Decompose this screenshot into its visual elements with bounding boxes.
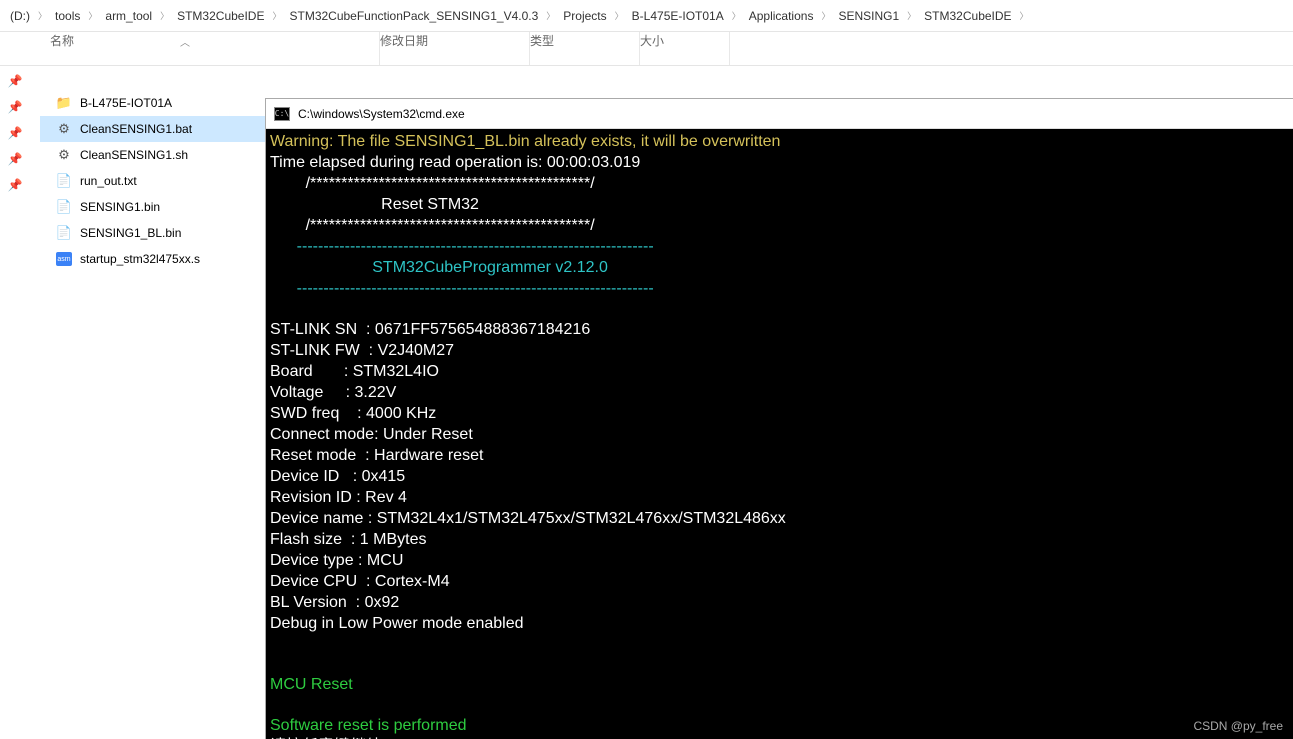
- file-label: CleanSENSING1.bat: [80, 122, 192, 136]
- file-label: SENSING1_BL.bin: [80, 226, 181, 240]
- chevron-right-icon: 〉: [819, 9, 832, 22]
- console-titlebar[interactable]: C:\ C:\windows\System32\cmd.exe: [266, 99, 1293, 129]
- chevron-right-icon: 〉: [905, 9, 918, 22]
- pin-icon[interactable]: 📌: [0, 172, 30, 198]
- list-item[interactable]: 📄 run_out.txt: [40, 168, 265, 194]
- breadcrumb: (D:)〉 tools〉 arm_tool〉 STM32CubeIDE〉 STM…: [0, 0, 1293, 32]
- console-line: Device CPU : Cortex-M4: [270, 573, 450, 590]
- pin-icon[interactable]: 📌: [0, 94, 30, 120]
- console-line: ----------------------------------------…: [270, 238, 654, 255]
- console-soft-reset: Software reset is performed: [270, 717, 467, 734]
- console-output[interactable]: Warning: The file SENSING1_BL.bin alread…: [266, 129, 1293, 739]
- file-label: SENSING1.bin: [80, 200, 160, 214]
- file-label: CleanSENSING1.sh: [80, 148, 188, 162]
- console-line: Connect mode: Under Reset: [270, 426, 473, 443]
- cmd-icon: C:\: [274, 107, 290, 121]
- console-line: Time elapsed during read operation is: 0…: [270, 154, 640, 171]
- console-title-text: C:\windows\System32\cmd.exe: [298, 107, 465, 121]
- chevron-right-icon: 〉: [730, 9, 743, 22]
- file-list: 📁 B-L475E-IOT01A ⚙ CleanSENSING1.bat ⚙ C…: [40, 90, 265, 272]
- chevron-right-icon: 〉: [544, 9, 557, 22]
- chevron-right-icon: 〉: [1018, 9, 1031, 22]
- console-programmer-title: STM32CubeProgrammer v2.12.0: [270, 259, 688, 276]
- file-label: run_out.txt: [80, 174, 137, 188]
- list-item[interactable]: ⚙ CleanSENSING1.bat: [40, 116, 265, 142]
- console-line: Board : STM32L4IO: [270, 363, 439, 380]
- column-headers: ︿ 名称 修改日期 类型 大小: [0, 32, 1293, 66]
- console-line: ST-LINK SN : 0671FF575654888367184216: [270, 321, 590, 338]
- pin-icon[interactable]: 📌: [0, 120, 30, 146]
- console-line: Revision ID : Rev 4: [270, 489, 407, 506]
- binary-file-icon: 📄: [56, 199, 72, 215]
- console-line: /***************************************…: [270, 217, 595, 234]
- console-line: Device type : MCU: [270, 552, 403, 569]
- breadcrumb-item[interactable]: Applications: [743, 9, 820, 23]
- quick-access-pins: 📌 📌 📌 📌 📌: [0, 68, 30, 198]
- console-line: ----------------------------------------…: [270, 280, 654, 297]
- console-line: Voltage : 3.22V: [270, 384, 396, 401]
- breadcrumb-item[interactable]: STM32CubeFunctionPack_SENSING1_V4.0.3: [283, 9, 544, 23]
- console-line: /***************************************…: [270, 175, 595, 192]
- console-line: Reset mode : Hardware reset: [270, 447, 483, 464]
- breadcrumb-item[interactable]: Projects: [557, 9, 612, 23]
- list-item[interactable]: ⚙ CleanSENSING1.sh: [40, 142, 265, 168]
- pin-icon[interactable]: 📌: [0, 68, 30, 94]
- chevron-right-icon: 〉: [613, 9, 626, 22]
- breadcrumb-item[interactable]: arm_tool: [99, 9, 158, 23]
- list-item[interactable]: 📄 SENSING1.bin: [40, 194, 265, 220]
- file-label: startup_stm32l475xx.s: [80, 252, 200, 266]
- console-mcu-reset: MCU Reset: [270, 676, 353, 693]
- chevron-right-icon: 〉: [36, 9, 49, 22]
- column-header-type[interactable]: 类型: [530, 32, 640, 65]
- console-line: Device ID : 0x415: [270, 468, 405, 485]
- breadcrumb-item[interactable]: STM32CubeIDE: [171, 9, 270, 23]
- asm-file-icon: asm: [56, 251, 72, 267]
- list-item[interactable]: 📁 B-L475E-IOT01A: [40, 90, 265, 116]
- breadcrumb-item[interactable]: (D:): [4, 9, 36, 23]
- list-item[interactable]: 📄 SENSING1_BL.bin: [40, 220, 265, 246]
- sort-ascending-icon: ︿: [180, 34, 190, 49]
- chevron-right-icon: 〉: [86, 9, 99, 22]
- console-warning-line: Warning: The file SENSING1_BL.bin alread…: [270, 133, 780, 150]
- list-item[interactable]: asm startup_stm32l475xx.s: [40, 246, 265, 272]
- breadcrumb-item[interactable]: tools: [49, 9, 86, 23]
- breadcrumb-item[interactable]: STM32CubeIDE: [918, 9, 1017, 23]
- console-line: Flash size : 1 MBytes: [270, 531, 427, 548]
- column-header-modified[interactable]: 修改日期: [380, 32, 530, 65]
- binary-file-icon: 📄: [56, 225, 72, 241]
- console-line: Debug in Low Power mode enabled: [270, 615, 524, 632]
- watermark: CSDN @py_free: [1193, 719, 1283, 733]
- chevron-right-icon: 〉: [158, 9, 171, 22]
- breadcrumb-item[interactable]: B-L475E-IOT01A: [626, 9, 730, 23]
- console-line: SWD freq : 4000 KHz: [270, 405, 436, 422]
- chevron-right-icon: 〉: [270, 9, 283, 22]
- console-line: Device name : STM32L4x1/STM32L475xx/STM3…: [270, 510, 786, 527]
- text-file-icon: 📄: [56, 173, 72, 189]
- shell-file-icon: ⚙: [56, 147, 72, 163]
- console-line: ST-LINK FW : V2J40M27: [270, 342, 454, 359]
- batch-file-icon: ⚙: [56, 121, 72, 137]
- console-line: Reset STM32: [270, 196, 479, 213]
- breadcrumb-item[interactable]: SENSING1: [832, 9, 905, 23]
- pin-icon[interactable]: 📌: [0, 146, 30, 172]
- console-line: BL Version : 0x92: [270, 594, 399, 611]
- file-label: B-L475E-IOT01A: [80, 96, 172, 110]
- column-header-name[interactable]: 名称: [50, 32, 380, 65]
- console-window: C:\ C:\windows\System32\cmd.exe Warning:…: [265, 98, 1293, 739]
- column-header-size[interactable]: 大小: [640, 32, 730, 65]
- folder-icon: 📁: [56, 95, 72, 111]
